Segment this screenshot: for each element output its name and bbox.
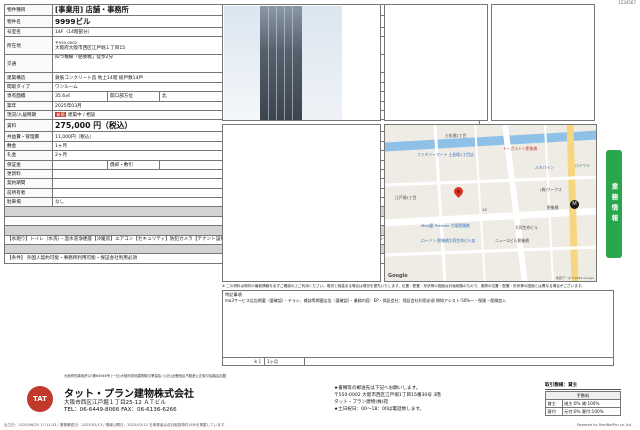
photo-sky-right xyxy=(302,6,342,120)
map-label-familymart: ファミリーマート 土佐堀1丁目店 xyxy=(417,152,474,157)
map-label-lawson: ローソン 肥後橋大同生命ビル店 xyxy=(421,238,476,243)
company-logo: TAT xyxy=(27,386,53,412)
special-notes-text: mo3サービス広告掲載（要確認）・チラシ、雑誌等掲載広告（要確認）・業務内容：E… xyxy=(225,298,507,303)
photo-sky-left xyxy=(224,6,260,120)
traffic-label: 交通 xyxy=(4,54,53,74)
powered-by: Powered by RealNetPro co.,ltd. xyxy=(576,423,632,427)
mailing-note-1: ★書類等の郵送先は下記へお願いします。 xyxy=(334,386,421,391)
map-label-edobori: 江戸堀1丁目 xyxy=(395,195,417,200)
map-label-togaston: トーガストン肥後橋 xyxy=(503,146,538,151)
common-fee-label: 共益費・管理費 xyxy=(4,131,53,142)
transaction-terms: 取引態様：貸主 手数料 貸主 借主:0% 貸:100% 客付 元付:0% 客付:… xyxy=(545,382,622,416)
address-label: 所在地 xyxy=(4,36,53,56)
special-notes-foot-label: ｋ１ xyxy=(223,358,265,366)
renewal-label: 更新料 xyxy=(4,168,53,180)
business-info-tab[interactable]: 業務情報 xyxy=(606,150,622,258)
area-label: 専有面積 xyxy=(4,91,53,102)
fee-header: 手数料 xyxy=(545,391,621,400)
metro-station-icon: Ｍ xyxy=(570,200,579,209)
floorplan-slot[interactable] xyxy=(222,124,381,282)
location-map[interactable]: ファミリーマート 土佐堀1丁目店 トーガストン肥後橋 (株)ワークス 肥後橋 ロ… xyxy=(384,124,597,282)
built-label: 築年 xyxy=(4,100,53,111)
building-photo[interactable] xyxy=(222,4,381,121)
deposit-label: 敷金 xyxy=(4,140,53,152)
photo-slot-2[interactable] xyxy=(384,4,488,121)
name-label: 物件名 xyxy=(4,15,53,28)
rent-label: 賃料 xyxy=(4,119,53,133)
fee-row-label: 貸主 xyxy=(545,399,563,408)
transaction-type: 取引態様：貸主 xyxy=(545,382,621,390)
hosho-value xyxy=(52,159,108,170)
license-info: 大阪府知事免許(2)第64946号 (一社)大阪府宅地建物取引業協会 (公社)近… xyxy=(64,374,226,379)
fee-table: 手数料 貸主 借主:0% 貸:100% 客付 元付:0% 客付:100% xyxy=(545,391,622,416)
mailing-notes: ★書類等の郵送先は下記へお願いします。 〒550-0002 大阪市西区江戸堀1丁… xyxy=(334,385,441,413)
map-label-newsbuilding: ニュースビル肥後橋 xyxy=(495,238,529,243)
status-text: 建築中 / 相談 xyxy=(67,113,96,119)
building-image xyxy=(260,6,302,120)
fee-row-label: 客付 xyxy=(545,407,563,416)
special-notes-box: 特記事項 mo3サービス広告掲載（要確認）・チラシ、雑誌等掲載広告（要確認）・業… xyxy=(222,290,614,366)
rights-label: 前所有者 xyxy=(4,187,53,199)
map-label-royal: ロイヤル xyxy=(575,163,591,168)
contract-label: 契約期間 xyxy=(4,178,53,189)
layout-label: 間取タイプ xyxy=(4,81,53,93)
fee-row-value: 元付:0% 客付:100% xyxy=(561,407,622,416)
direction-label: 開口部方位 xyxy=(107,91,160,102)
map-label-tosabori: 土佐堀1丁目 xyxy=(445,133,467,138)
structure-label: 建築構造 xyxy=(4,72,53,83)
area-value: 35.6㎡ xyxy=(52,91,108,102)
license-line-1: 大阪府知事免許(2)第64946号 (一社)大阪府宅地建物取引業協会 (公社)近… xyxy=(64,374,227,378)
mailing-note-2: 〒550-0002 大阪市西区江戸堀1丁目15番30号 3階 xyxy=(334,393,441,398)
parking-label: 駐車場 xyxy=(4,197,53,208)
map-label-works: (株)ワークス xyxy=(540,187,562,192)
disclaimer-note: ※ 二の資料は物件の最新情報を必ずご確認の上ご利用ください。現況と相違ある場合は… xyxy=(222,284,585,288)
mailing-note-4: ★土日祝日：00～18：00は電話致します。 xyxy=(334,407,425,412)
google-logo: Google xyxy=(388,273,408,279)
photo-slot-3[interactable] xyxy=(491,4,595,121)
mailing-note-3: タット・プラン建物(株)宛 xyxy=(334,400,389,405)
special-notes-foot-value: 1ヶ月 xyxy=(265,358,305,366)
page-id: 1234567 xyxy=(618,0,636,5)
map-label-daido: 大同生命ビル xyxy=(515,225,538,230)
map-label-runepine: ルネパイン xyxy=(535,165,554,170)
kind-label: 物件種目 xyxy=(4,4,53,16)
fee-row-value: 借主:0% 貸:100% xyxy=(561,399,622,408)
hosho-label: 保証金 xyxy=(4,159,53,170)
print-info-bar: 出力日：2025/06/20 17:11:33 / 業務確認日：2025/02/… xyxy=(4,423,636,428)
new-build-badge: 新築 xyxy=(55,112,67,118)
key-money-label: 礼金 xyxy=(4,150,53,161)
print-info-left: 出力日：2025/06/20 17:11:33 / 業務確認日：2025/02/… xyxy=(4,423,225,427)
map-label-higobashi: 肥後橋 xyxy=(547,205,559,210)
shokyaku-label: 償却・敷引 xyxy=(107,159,160,170)
company-phone: TEL：06-6449-8066 FAX：06-6136-6266 xyxy=(64,407,177,413)
status-label: 現況/入居時期 xyxy=(4,109,53,121)
map-label-meiji: Meiji屋 Premier 大阪肥後橋 xyxy=(421,223,470,228)
special-notes-footer: ｋ１ 1ヶ月 xyxy=(223,357,613,366)
map-streets xyxy=(385,125,596,281)
map-copyright: 地図データ ©2024 Google xyxy=(555,276,594,280)
map-label-block15: 15 xyxy=(482,207,487,212)
room-label: 号室名 xyxy=(4,26,53,38)
